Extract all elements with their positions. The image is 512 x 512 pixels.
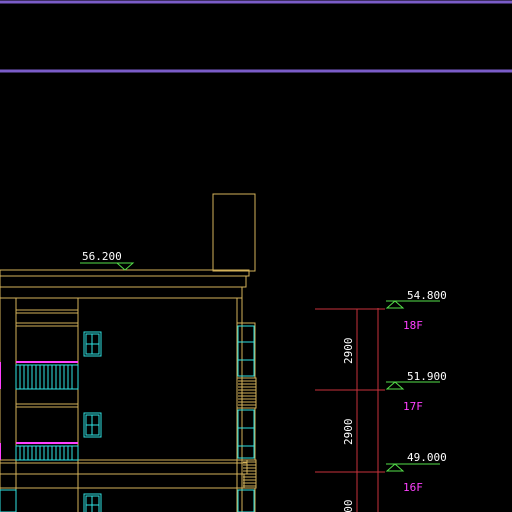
level-marker-18f: 54.800 18F bbox=[385, 289, 447, 332]
roof-shaft bbox=[212, 193, 256, 272]
balcony-railing-lower bbox=[0, 442, 79, 461]
cad-drawing-canvas: 56.200 2900 2900 2900 54.800 18F 51.900 … bbox=[0, 0, 512, 512]
level-marker-17f: 51.900 17F bbox=[385, 370, 447, 413]
roof-fascia bbox=[0, 286, 243, 299]
roof-elevation-text: 56.200 bbox=[82, 250, 122, 263]
balcony-railing-upper bbox=[0, 361, 79, 390]
level-elevation-text: 51.900 bbox=[407, 370, 447, 383]
level-elevation-text: 54.800 bbox=[407, 289, 447, 302]
floor-band bbox=[0, 459, 248, 475]
windows bbox=[83, 331, 102, 512]
roof-cornice-lower bbox=[0, 275, 247, 288]
level-marker-16f: 49.000 16F bbox=[385, 451, 447, 494]
building-elevation bbox=[0, 193, 257, 512]
floor-band-lower bbox=[0, 473, 245, 489]
dimension-text-3: 2900 bbox=[342, 500, 355, 512]
bay-windows bbox=[237, 325, 255, 512]
roof-elevation-marker: 56.200 bbox=[80, 250, 135, 271]
level-elevation-text: 49.000 bbox=[407, 451, 447, 464]
floor-label: 17F bbox=[403, 400, 423, 413]
balcony-railing-bottom bbox=[0, 489, 17, 512]
window-18f bbox=[83, 331, 102, 357]
window-17f bbox=[83, 412, 102, 438]
floor-label: 18F bbox=[403, 319, 423, 332]
window-16f bbox=[83, 493, 102, 512]
dimension-text-2: 2900 bbox=[342, 419, 355, 446]
dimension-text-1: 2900 bbox=[342, 338, 355, 365]
floor-label: 16F bbox=[403, 481, 423, 494]
roof-cornice bbox=[0, 269, 250, 277]
dimension-labels: 2900 2900 2900 bbox=[342, 338, 355, 512]
